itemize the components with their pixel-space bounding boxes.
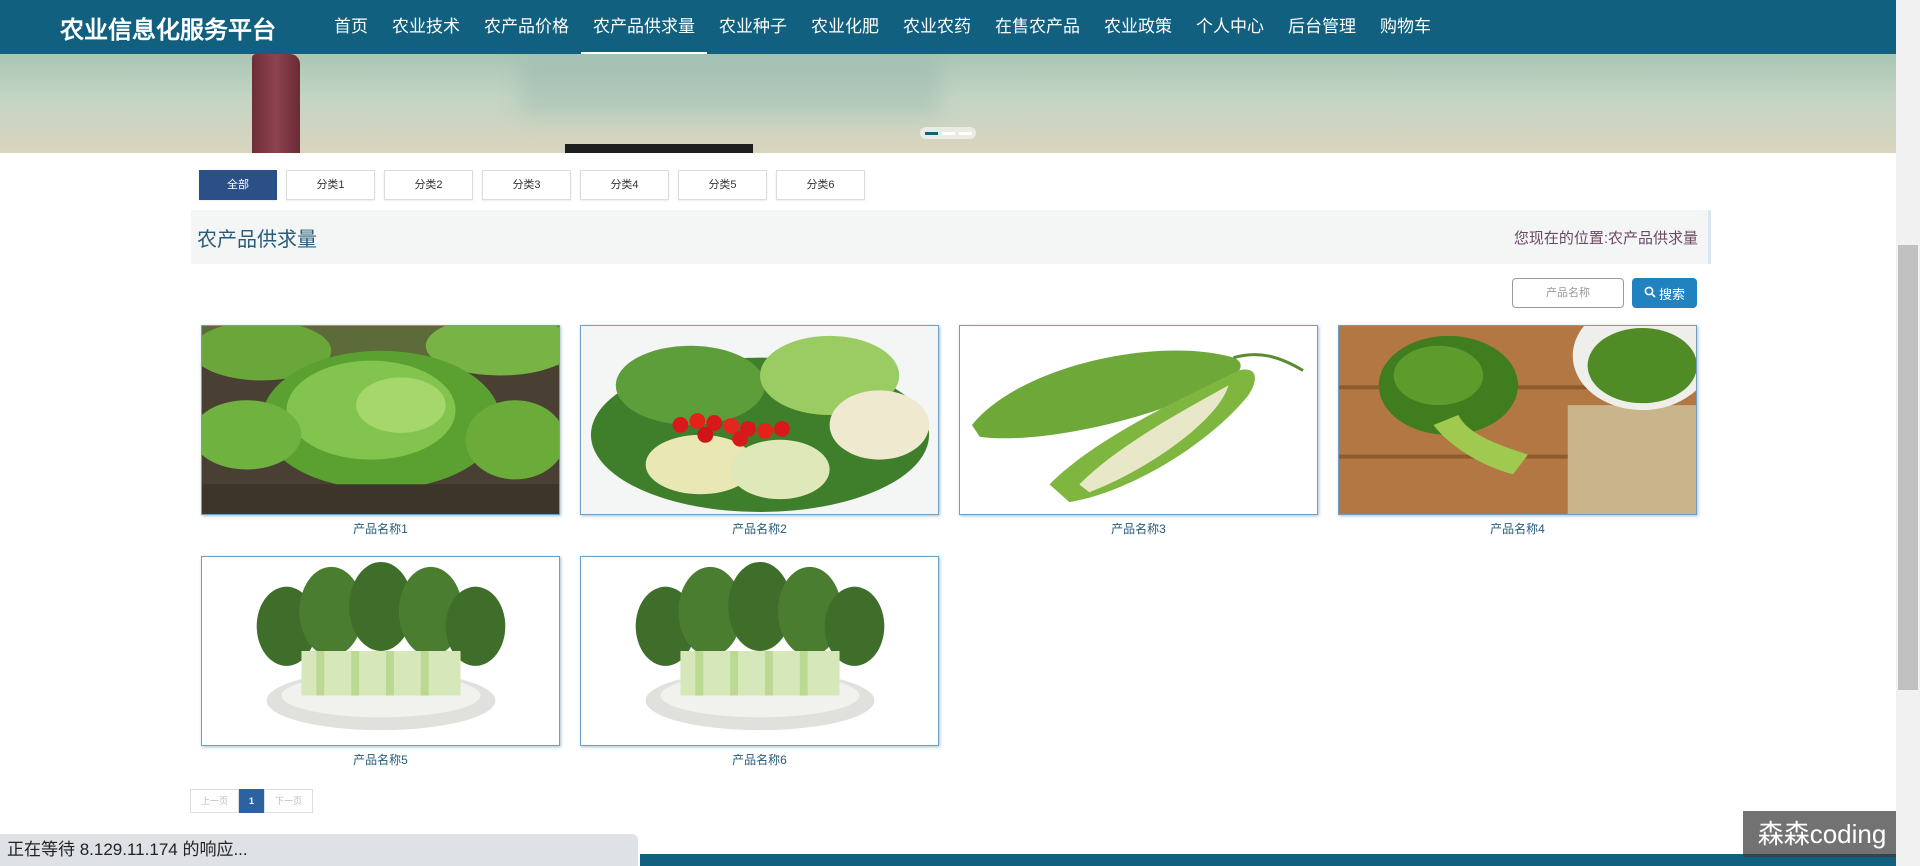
category-tabs: 全部 分类1 分类2 分类3 分类4 分类5 分类6 (199, 170, 865, 200)
nav-item-seeds[interactable]: 农业种子 (707, 0, 799, 54)
product-card[interactable]: 产品名称5 (201, 556, 560, 768)
product-name[interactable]: 产品名称3 (959, 520, 1318, 537)
product-image-vegetable-platter[interactable] (580, 325, 939, 515)
product-card[interactable]: 产品名称6 (580, 556, 939, 768)
product-image-bok-choy-plate[interactable] (580, 556, 939, 746)
category-tab-all[interactable]: 全部 (199, 170, 277, 200)
breadcrumb-prefix: 您现在的位置: (1513, 229, 1608, 247)
scrollbar-thumb[interactable] (1898, 245, 1918, 690)
product-name-search-input[interactable] (1512, 278, 1624, 308)
product-name[interactable]: 产品名称5 (201, 751, 560, 768)
page-title: 农产品供求量 (197, 228, 317, 251)
category-tab-2[interactable]: 分类2 (384, 170, 473, 200)
carousel-dot-1[interactable] (924, 131, 938, 135)
top-navbar: 农业信息化服务平台 首页 农业技术 农产品价格 农产品供求量 农业种子 农业化肥… (0, 0, 1896, 54)
search-icon (1644, 286, 1656, 301)
page-number-current[interactable]: 1 (239, 789, 265, 813)
carousel-indicators (920, 127, 976, 139)
breadcrumb: 您现在的位置:农产品供求量 (1514, 227, 1698, 248)
nav-menu: 首页 农业技术 农产品价格 农产品供求量 农业种子 农业化肥 农业农药 在售农产… (322, 0, 1443, 54)
category-tab-3[interactable]: 分类3 (482, 170, 571, 200)
nav-item-policy[interactable]: 农业政策 (1092, 0, 1184, 54)
product-name[interactable]: 产品名称1 (201, 520, 560, 537)
nav-item-admin[interactable]: 后台管理 (1276, 0, 1368, 54)
product-image-lettuce-field[interactable] (201, 325, 560, 515)
product-image-bitter-melon[interactable] (959, 325, 1318, 515)
product-card[interactable]: 产品名称1 (201, 325, 560, 537)
product-card[interactable]: 产品名称2 (580, 325, 939, 537)
nav-item-cart[interactable]: 购物车 (1368, 0, 1443, 54)
product-image-broccoli[interactable] (1338, 325, 1697, 515)
watermark: 森森coding (1743, 811, 1901, 857)
pagination: 上一页 1 下一页 (190, 789, 314, 813)
search-button[interactable]: 搜索 (1632, 278, 1697, 308)
banner-image-bench (565, 144, 753, 153)
nav-item-supply-demand[interactable]: 农产品供求量 (581, 0, 707, 54)
nav-item-agri-tech[interactable]: 农业技术 (380, 0, 472, 54)
category-tab-5[interactable]: 分类5 (678, 170, 767, 200)
product-image-bok-choy-plate[interactable] (201, 556, 560, 746)
banner-carousel[interactable] (0, 54, 1896, 153)
nav-item-product-price[interactable]: 农产品价格 (472, 0, 581, 54)
nav-item-home[interactable]: 首页 (322, 0, 380, 54)
breadcrumb-current[interactable]: 农产品供求量 (1608, 230, 1698, 247)
product-card[interactable]: 产品名称4 (1338, 325, 1697, 537)
category-tab-1[interactable]: 分类1 (286, 170, 375, 200)
product-name[interactable]: 产品名称4 (1338, 520, 1697, 537)
prev-page-button[interactable]: 上一页 (190, 789, 240, 813)
nav-item-pesticide[interactable]: 农业农药 (891, 0, 983, 54)
nav-item-personal-center[interactable]: 个人中心 (1184, 0, 1276, 54)
product-card[interactable]: 产品名称3 (959, 325, 1318, 537)
carousel-dot-3[interactable] (958, 131, 972, 135)
category-tab-4[interactable]: 分类4 (580, 170, 669, 200)
banner-image-sky (520, 54, 940, 114)
nav-item-on-sale[interactable]: 在售农产品 (983, 0, 1092, 54)
site-brand[interactable]: 农业信息化服务平台 (60, 10, 322, 45)
next-page-button[interactable]: 下一页 (264, 789, 314, 813)
section-title-bar: 农产品供求量 您现在的位置:农产品供求量 (191, 210, 1711, 264)
product-name[interactable]: 产品名称6 (580, 751, 939, 768)
product-name[interactable]: 产品名称2 (580, 520, 939, 537)
carousel-dot-2[interactable] (941, 131, 955, 135)
footer-band (640, 854, 1896, 866)
nav-item-fertilizer[interactable]: 农业化肥 (799, 0, 891, 54)
page-scrollbar[interactable] (1896, 0, 1920, 866)
banner-image-tree-trunk (252, 54, 300, 153)
category-tab-6[interactable]: 分类6 (776, 170, 865, 200)
search-button-label: 搜索 (1658, 286, 1685, 302)
browser-status-bar: 正在等待 8.129.11.174 的响应... (0, 834, 638, 866)
